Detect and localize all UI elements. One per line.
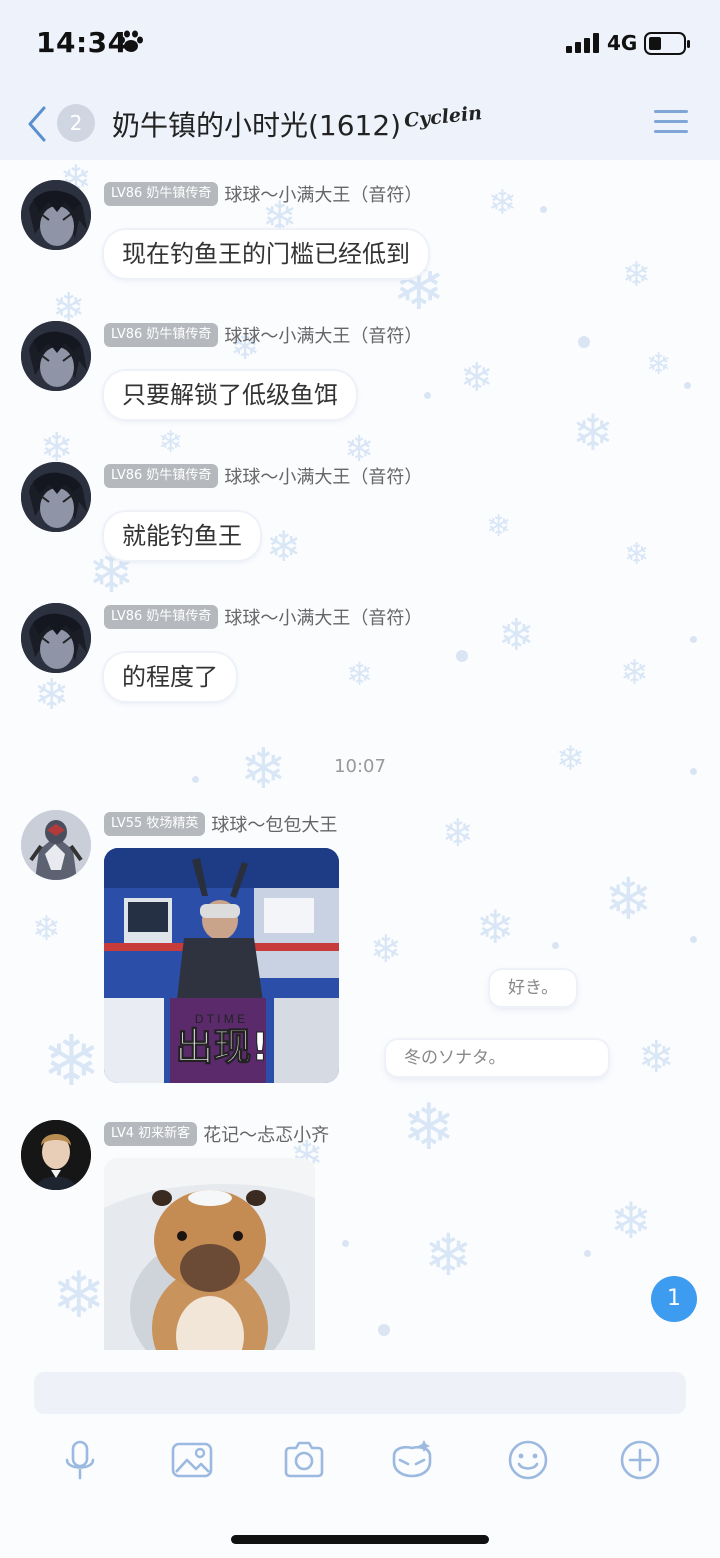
status-bar: 14:34 4G bbox=[0, 0, 720, 88]
plus-icon[interactable] bbox=[618, 1438, 662, 1482]
group-logo: Cyclein bbox=[403, 101, 484, 133]
message-meta: LV55 牧场精英 球球～包包大王 bbox=[104, 811, 337, 837]
emoji-icon[interactable] bbox=[506, 1438, 550, 1482]
microphone-icon[interactable] bbox=[58, 1438, 102, 1482]
composer bbox=[0, 1350, 720, 1558]
level-tag: LV86 奶牛镇传奇 bbox=[104, 605, 219, 629]
camera-icon[interactable] bbox=[282, 1438, 326, 1482]
message-meta: LV86 奶牛镇传奇 球球～小满大王（音符） bbox=[104, 181, 422, 207]
chat-message: LV86 奶牛镇传奇 球球～小满大王（音符） 现在钓鱼王的门槛已经低到 bbox=[0, 160, 720, 301]
message-bubble[interactable]: 就能钓鱼王 bbox=[104, 512, 260, 560]
barrage-bubble: 好き。 bbox=[490, 970, 577, 1006]
chat-message: LV86 奶牛镇传奇 球球～小满大王（音符） 的程度了 bbox=[0, 583, 720, 724]
sender-name[interactable]: 球球～小满大王（音符） bbox=[224, 463, 422, 489]
sticker-caption: 出现! bbox=[175, 1025, 268, 1069]
battery-icon bbox=[644, 32, 690, 55]
chat-message: LV86 奶牛镇传奇 球球～小满大王（音符） 只要解锁了低级鱼饵 bbox=[0, 301, 720, 442]
message-meta: LV86 奶牛镇传奇 球球～小满大王（音符） bbox=[104, 463, 422, 489]
sender-name[interactable]: 球球～小满大王（音符） bbox=[224, 322, 422, 348]
sticker-icon[interactable] bbox=[390, 1438, 434, 1482]
capybara-image[interactable] bbox=[104, 1158, 315, 1350]
level-tag: LV86 奶牛镇传奇 bbox=[104, 464, 219, 488]
level-tag: LV55 牧场精英 bbox=[104, 812, 206, 836]
paw-icon bbox=[119, 30, 143, 52]
message-meta: LV86 奶牛镇传奇 球球～小满大王（音符） bbox=[104, 604, 422, 630]
message-bubble[interactable]: 的程度了 bbox=[104, 653, 236, 701]
home-indicator bbox=[231, 1535, 489, 1544]
message-bubble[interactable]: 只要解锁了低级鱼饵 bbox=[104, 371, 356, 419]
sender-name[interactable]: 球球～小满大王（音符） bbox=[224, 604, 422, 630]
chat-header: 2 奶牛镇的小时光(1612) Cyclein bbox=[0, 88, 720, 160]
avatar[interactable] bbox=[21, 321, 91, 391]
network-type: 4G bbox=[607, 31, 638, 55]
message-input[interactable] bbox=[34, 1372, 686, 1414]
message-bubble[interactable]: 现在钓鱼王的门槛已经低到 bbox=[104, 230, 428, 278]
image-icon[interactable] bbox=[170, 1438, 214, 1482]
menu-icon[interactable] bbox=[654, 108, 688, 136]
sender-name[interactable]: 球球～包包大王 bbox=[211, 811, 337, 837]
avatar[interactable] bbox=[21, 1120, 91, 1190]
message-timestamp: 10:07 bbox=[334, 756, 386, 777]
avatar[interactable] bbox=[21, 810, 91, 880]
level-tag: LV86 奶牛镇传奇 bbox=[104, 182, 219, 206]
signal-icon bbox=[566, 33, 599, 53]
sender-name[interactable]: 花记～忐忑小齐 bbox=[203, 1121, 329, 1147]
sender-name[interactable]: 球球～小满大王（音符） bbox=[224, 181, 422, 207]
level-tag: LV4 初来新客 bbox=[104, 1122, 198, 1146]
back-chevron-icon[interactable] bbox=[22, 102, 50, 146]
message-meta: LV86 奶牛镇传奇 球球～小满大王（音符） bbox=[104, 322, 422, 348]
level-tag: LV86 奶牛镇传奇 bbox=[104, 323, 219, 347]
sticker-box-text: D T I M E bbox=[195, 1012, 245, 1026]
new-message-badge[interactable]: 1 bbox=[651, 1276, 697, 1322]
avatar[interactable] bbox=[21, 603, 91, 673]
avatar[interactable] bbox=[21, 462, 91, 532]
unread-count-badge[interactable]: 2 bbox=[57, 104, 95, 142]
chat-messages-area[interactable]: ❄ ❄ ❄ ❄ ❄ ❄ ❄ ❄ ❄ ❄ ❄ ❄ ❄ ❄ ❄ ❄ ❄ ❄ ❄ ❄ … bbox=[0, 160, 720, 1350]
avatar[interactable] bbox=[21, 180, 91, 250]
status-time: 14:34 bbox=[36, 26, 128, 59]
barrage-bubble: 冬のソナタ。 bbox=[386, 1040, 608, 1076]
chat-message: LV86 奶牛镇传奇 球球～小满大王（音符） 就能钓鱼王 bbox=[0, 442, 720, 583]
message-meta: LV4 初来新客 花记～忐忑小齐 bbox=[104, 1121, 329, 1147]
group-title[interactable]: 奶牛镇的小时光(1612) bbox=[112, 104, 401, 144]
sticker-image[interactable]: D T I M E 出现! bbox=[104, 848, 339, 1083]
